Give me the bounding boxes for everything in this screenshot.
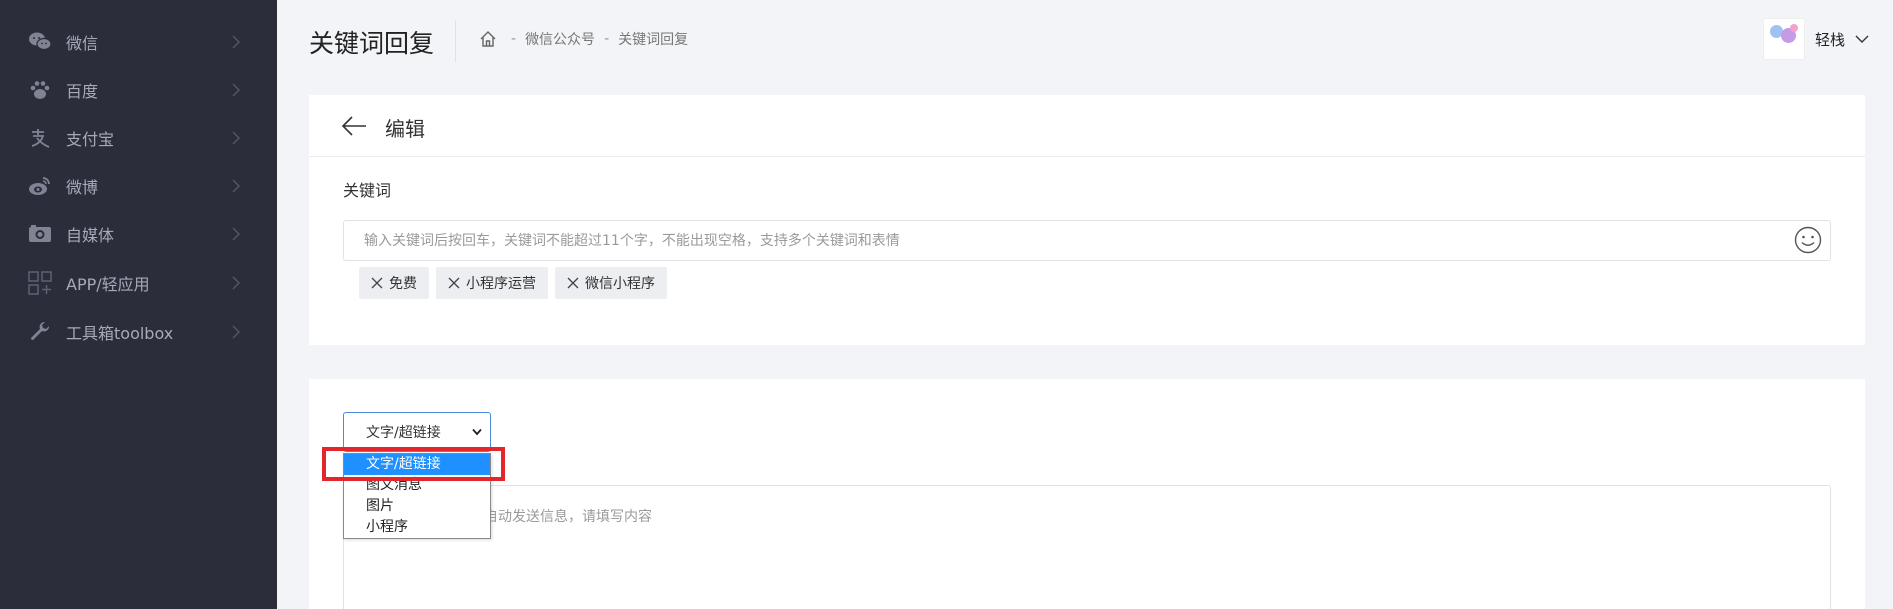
close-icon[interactable]	[448, 277, 460, 289]
chevron-right-icon	[232, 276, 240, 290]
sidebar-item-baidu[interactable]: 百度	[0, 70, 277, 110]
option-image[interactable]: 图片	[344, 496, 490, 517]
sidebar-item-label: 工具箱toolbox	[66, 324, 174, 343]
reply-card: 文字/超链接 自动发送信息，请填写内容	[309, 379, 1865, 609]
breadcrumb-item[interactable]: 微信公众号	[525, 29, 595, 49]
breadcrumb: - 微信公众号 - 关键词回复	[479, 29, 688, 49]
sidebar-item-label: 微信	[66, 34, 99, 53]
keyword-tag: 微信小程序	[555, 267, 667, 299]
alipay-icon	[28, 126, 52, 150]
option-news[interactable]: 图文消息	[344, 475, 490, 496]
chevron-right-icon	[232, 35, 240, 49]
breadcrumb-item: 关键词回复	[618, 32, 689, 48]
back-arrow-icon[interactable]	[341, 115, 367, 137]
keyword-tags: 免费 小程序运营 微信小程序	[359, 267, 674, 299]
chevron-right-icon	[232, 179, 240, 193]
reply-content-textarea[interactable]: 自动发送信息，请填写内容	[343, 485, 1831, 609]
keyword-tag: 小程序运营	[436, 267, 548, 299]
close-icon[interactable]	[371, 277, 383, 289]
sidebar-item-app[interactable]: APP/轻应用	[0, 263, 277, 303]
keyword-label: 关键词	[343, 181, 392, 200]
app-grid-icon	[28, 271, 52, 295]
keyword-card: 编辑 关键词 免费 小程序运营 微信小程序	[309, 95, 1865, 345]
reply-type-select[interactable]: 文字/超链接	[343, 412, 491, 452]
weibo-icon	[28, 174, 52, 198]
home-icon[interactable]	[479, 30, 497, 48]
header-divider	[455, 20, 456, 62]
smiley-icon[interactable]	[1793, 225, 1823, 255]
wrench-icon	[28, 320, 52, 344]
sidebar-item-label: 微博	[66, 178, 99, 197]
sidebar-item-label: 百度	[66, 82, 99, 101]
tag-label: 微信小程序	[585, 276, 655, 292]
chevron-right-icon	[232, 131, 240, 145]
sidebar: 微信 百度 支付宝 微博 自媒体 APP/轻应用 工具箱toolbox	[0, 0, 277, 609]
sidebar-item-toolbox[interactable]: 工具箱toolbox	[0, 312, 277, 352]
page-title: 关键词回复	[309, 29, 435, 58]
textarea-placeholder: 自动发送信息，请填写内容	[484, 509, 652, 525]
top-header: 关键词回复 - 微信公众号 - 关键词回复 轻栈	[277, 0, 1893, 80]
sidebar-item-media[interactable]: 自媒体	[0, 214, 277, 254]
username: 轻栈	[1814, 30, 1845, 49]
sidebar-item-label: APP/轻应用	[66, 275, 150, 294]
chevron-down-icon	[472, 428, 482, 436]
keyword-input[interactable]	[343, 220, 1831, 261]
sidebar-item-label: 支付宝	[66, 130, 115, 149]
media-icon	[28, 222, 52, 246]
select-value: 文字/超链接	[366, 425, 441, 441]
chevron-right-icon	[232, 227, 240, 241]
option-text-link[interactable]: 文字/超链接	[344, 454, 490, 475]
chevron-right-icon	[232, 325, 240, 339]
user-menu[interactable]: 轻栈	[1762, 18, 1869, 60]
sidebar-item-wechat[interactable]: 微信	[0, 22, 277, 62]
paw-icon	[28, 78, 52, 102]
wechat-icon	[28, 30, 52, 54]
sidebar-item-weibo[interactable]: 微博	[0, 166, 277, 206]
card-title: 编辑	[385, 117, 425, 141]
chevron-down-icon	[1855, 35, 1869, 43]
tag-label: 小程序运营	[466, 276, 536, 292]
card-header: 编辑	[309, 95, 1865, 157]
keyword-tag: 免费	[359, 267, 429, 299]
close-icon[interactable]	[567, 277, 579, 289]
avatar	[1762, 18, 1805, 60]
sidebar-item-alipay[interactable]: 支付宝	[0, 118, 277, 158]
option-mini-program[interactable]: 小程序	[344, 517, 490, 538]
chevron-right-icon	[232, 83, 240, 97]
sidebar-item-label: 自媒体	[66, 226, 115, 245]
tag-label: 免费	[389, 276, 417, 292]
reply-type-options: 文字/超链接 图文消息 图片 小程序	[343, 453, 491, 539]
breadcrumb-separator: -	[511, 31, 517, 47]
breadcrumb-separator: -	[604, 31, 610, 47]
